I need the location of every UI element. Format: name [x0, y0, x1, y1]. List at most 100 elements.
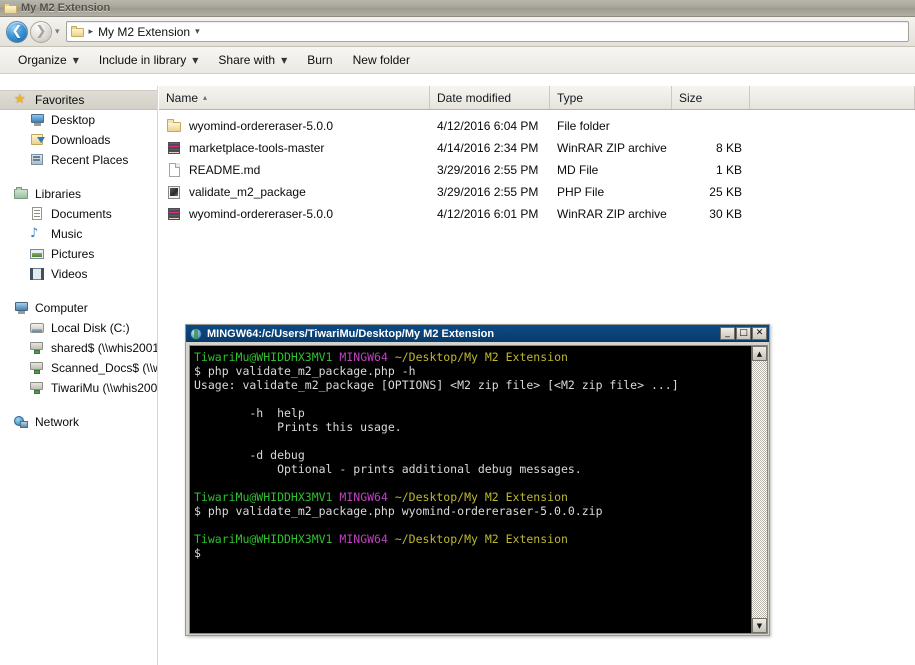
- sidebar-item-label: Favorites: [35, 93, 84, 107]
- sidebar-item-local-disk-c[interactable]: Local Disk (C:): [0, 318, 157, 338]
- table-row[interactable]: README.md3/29/2016 2:55 PMMD File1 KB: [159, 159, 915, 181]
- file-type-cell: WinRAR ZIP archive: [550, 207, 672, 221]
- terminal-line: $: [194, 546, 751, 560]
- terminal-prompt-user: TiwariMu@WHIDDHX3MV1: [194, 490, 332, 504]
- mintty-terminal-window[interactable]: MINGW64:/c/Users/TiwariMu/Desktop/My M2 …: [185, 324, 770, 636]
- file-size-cell: 25 KB: [672, 185, 750, 199]
- minimize-button[interactable]: _: [720, 327, 735, 340]
- sidebar-item-desktop[interactable]: Desktop: [0, 110, 157, 130]
- sidebar-item-shared-whis2001[interactable]: shared$ (\\whis2001): [0, 338, 157, 358]
- mintty-icon: [190, 328, 202, 340]
- sidebar-item-label: Scanned_Docs$ (\\whi: [51, 361, 157, 375]
- terminal-line: $ php validate_m2_package.php wyomind-or…: [194, 504, 751, 518]
- scroll-up-button[interactable]: ▲: [752, 346, 767, 361]
- chevron-down-icon: ▼: [73, 56, 79, 65]
- breadcrumb-separator-2[interactable]: ▾: [195, 27, 200, 37]
- column-header-size[interactable]: Size: [672, 86, 750, 109]
- folder-icon: [4, 3, 17, 14]
- chevron-down-icon: ▼: [192, 56, 198, 65]
- terminal-line: [194, 434, 751, 448]
- command-label: New folder: [353, 53, 410, 67]
- network-drive-icon: [30, 361, 46, 375]
- column-header-size-label: Size: [679, 91, 702, 105]
- file-date-cell: 3/29/2016 2:55 PM: [430, 185, 550, 199]
- terminal-body[interactable]: TiwariMu@WHIDDHX3MV1 MINGW64 ~/Desktop/M…: [189, 345, 768, 634]
- recent-places-icon: [30, 153, 46, 167]
- command-include-in-library[interactable]: Include in library ▼: [91, 49, 207, 72]
- forward-arrow-icon: ❯: [31, 22, 51, 42]
- command-label: Include in library: [99, 53, 186, 67]
- terminal-line: [194, 476, 751, 490]
- terminal-line: Usage: validate_m2_package [OPTIONS] <M2…: [194, 378, 751, 392]
- sidebar-item-libraries[interactable]: Libraries: [0, 184, 157, 204]
- command-share-with[interactable]: Share with▼: [210, 49, 295, 72]
- sidebar-item-music[interactable]: ♪Music: [0, 224, 157, 244]
- terminal-line: -h help: [194, 406, 751, 420]
- sidebar-item-label: Libraries: [35, 187, 81, 201]
- file-name-cell: README.md: [159, 163, 430, 178]
- forward-button[interactable]: ❯: [30, 21, 52, 43]
- close-button[interactable]: ✕: [752, 327, 767, 340]
- command-new-folder[interactable]: New folder: [345, 49, 418, 72]
- table-row[interactable]: wyomind-ordereraser-5.0.04/12/2016 6:04 …: [159, 115, 915, 137]
- chevron-down-icon[interactable]: ▾: [55, 27, 60, 37]
- back-arrow-icon: ❮: [7, 22, 27, 42]
- breadcrumb-current[interactable]: My M2 Extension: [98, 25, 190, 39]
- file-type-cell: WinRAR ZIP archive: [550, 141, 672, 155]
- column-header-type-label: Type: [557, 91, 583, 105]
- sidebar-item-scanned-docs-whi[interactable]: Scanned_Docs$ (\\whi: [0, 358, 157, 378]
- file-size-cell: 8 KB: [672, 141, 750, 155]
- terminal-titlebar[interactable]: MINGW64:/c/Users/TiwariMu/Desktop/My M2 …: [186, 325, 769, 342]
- file-name-cell: marketplace-tools-master: [159, 141, 430, 156]
- sidebar-item-computer[interactable]: Computer: [0, 298, 157, 318]
- column-header-type[interactable]: Type: [550, 86, 672, 109]
- sidebar-item-videos[interactable]: Videos: [0, 264, 157, 284]
- breadcrumb[interactable]: ▸ My M2 Extension ▾: [66, 21, 909, 42]
- column-header-date[interactable]: Date modified: [430, 86, 550, 109]
- music-icon: ♪: [30, 227, 46, 241]
- back-button[interactable]: ❮: [6, 21, 28, 43]
- terminal-scrollbar[interactable]: ▲ ▼: [751, 346, 767, 633]
- file-type-cell: MD File: [550, 163, 672, 177]
- file-date-cell: 4/14/2016 2:34 PM: [430, 141, 550, 155]
- sidebar-item-tiwarimu-whis2001[interactable]: TiwariMu (\\whis2001\: [0, 378, 157, 398]
- window-title: My M2 Extension: [21, 2, 110, 14]
- table-row[interactable]: wyomind-ordereraser-5.0.04/12/2016 6:01 …: [159, 203, 915, 225]
- terminal-prompt-path: ~/Desktop/My M2 Extension: [395, 490, 568, 504]
- sidebar-item-favorites[interactable]: ★Favorites: [0, 90, 158, 110]
- sidebar-item-network[interactable]: Network: [0, 412, 157, 432]
- column-headers: Name ▴ Date modified Type Size: [159, 86, 915, 110]
- terminal-window-buttons: _ □ ✕: [720, 327, 767, 340]
- sort-ascending-icon: ▴: [203, 93, 207, 102]
- file-name-label: validate_m2_package: [189, 185, 306, 199]
- terminal-prompt-shell: MINGW64: [339, 532, 387, 546]
- terminal-screen[interactable]: TiwariMu@WHIDDHX3MV1 MINGW64 ~/Desktop/M…: [190, 346, 751, 633]
- network-drive-icon: [30, 341, 46, 355]
- command-organize[interactable]: Organize▼: [10, 49, 87, 72]
- table-row[interactable]: validate_m2_package 3/29/2016 2:55 PMPHP …: [159, 181, 915, 203]
- sidebar-item-label: Videos: [51, 267, 87, 281]
- sidebar-item-recent-places[interactable]: Recent Places: [0, 150, 157, 170]
- scroll-down-button[interactable]: ▼: [752, 618, 767, 633]
- terminal-prompt-shell: MINGW64: [339, 350, 387, 364]
- sidebar-item-downloads[interactable]: Downloads: [0, 130, 157, 150]
- sidebar-group-spacer: [0, 398, 157, 412]
- sidebar-item-label: Recent Places: [51, 153, 128, 167]
- file-type-cell: File folder: [550, 119, 672, 133]
- sidebar-item-documents[interactable]: Documents: [0, 204, 157, 224]
- file-name-cell: wyomind-ordereraser-5.0.0: [159, 119, 430, 134]
- table-row[interactable]: marketplace-tools-master4/14/2016 2:34 P…: [159, 137, 915, 159]
- maximize-button[interactable]: □: [736, 327, 751, 340]
- terminal-title: MINGW64:/c/Users/TiwariMu/Desktop/My M2 …: [207, 328, 720, 340]
- command-burn[interactable]: Burn: [299, 49, 340, 72]
- sidebar-item-label: TiwariMu (\\whis2001\: [51, 381, 157, 395]
- terminal-line: TiwariMu@WHIDDHX3MV1 MINGW64 ~/Desktop/M…: [194, 490, 751, 504]
- sidebar-item-pictures[interactable]: Pictures: [0, 244, 157, 264]
- file-type-cell: PHP File: [550, 185, 672, 199]
- terminal-line: $ php validate_m2_package.php -h: [194, 364, 751, 378]
- terminal-prompt-path: ~/Desktop/My M2 Extension: [395, 532, 568, 546]
- terminal-line: Optional - prints additional debug messa…: [194, 462, 751, 476]
- column-header-name[interactable]: Name ▴: [159, 86, 430, 109]
- sidebar-group-spacer: [0, 284, 157, 298]
- sidebar-item-label: Documents: [51, 207, 112, 221]
